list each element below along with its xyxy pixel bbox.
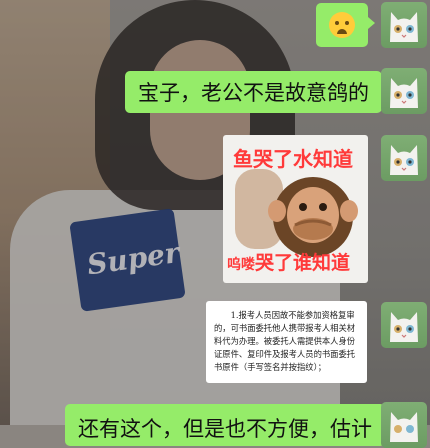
cat-avatar-icon xyxy=(390,312,418,342)
cat-avatar-icon xyxy=(390,145,418,175)
user-avatar[interactable] xyxy=(381,135,427,181)
message-text: 还有这个，但是也不方便，估计 xyxy=(78,417,372,441)
user-avatar[interactable] xyxy=(381,302,427,348)
text-message-bubble[interactable]: 还有这个，但是也不方便，估计 xyxy=(65,404,392,446)
cat-avatar-icon xyxy=(390,12,418,42)
cat-avatar-icon xyxy=(390,412,418,442)
crying-monkey-icon xyxy=(268,177,358,257)
cat-avatar-icon xyxy=(390,78,418,108)
message-text: 宝子，老公不是故意鸽的 xyxy=(138,81,369,105)
emoji-message-bubble[interactable] xyxy=(316,3,375,47)
sticker-message[interactable]: 鱼哭了水知道 呜喽哭了谁知道 xyxy=(223,135,368,283)
document-text: 1.报考人员因故不能参加资格复审的，可书面委托他人携带报考人相关材料代为办理。被… xyxy=(214,310,356,372)
document-image-message[interactable]: 1.报考人员因故不能参加资格复审的，可书面委托他人携带报考人相关材料代为办理。被… xyxy=(206,301,367,383)
text-message-bubble[interactable]: 宝子，老公不是故意鸽的 xyxy=(125,71,389,113)
sticker-bottom-caption: 呜喽哭了谁知道 xyxy=(227,252,351,274)
user-avatar[interactable] xyxy=(381,402,427,448)
user-avatar[interactable] xyxy=(381,68,427,114)
user-avatar[interactable] xyxy=(381,2,427,48)
crying-face-emoji-icon xyxy=(329,12,355,38)
